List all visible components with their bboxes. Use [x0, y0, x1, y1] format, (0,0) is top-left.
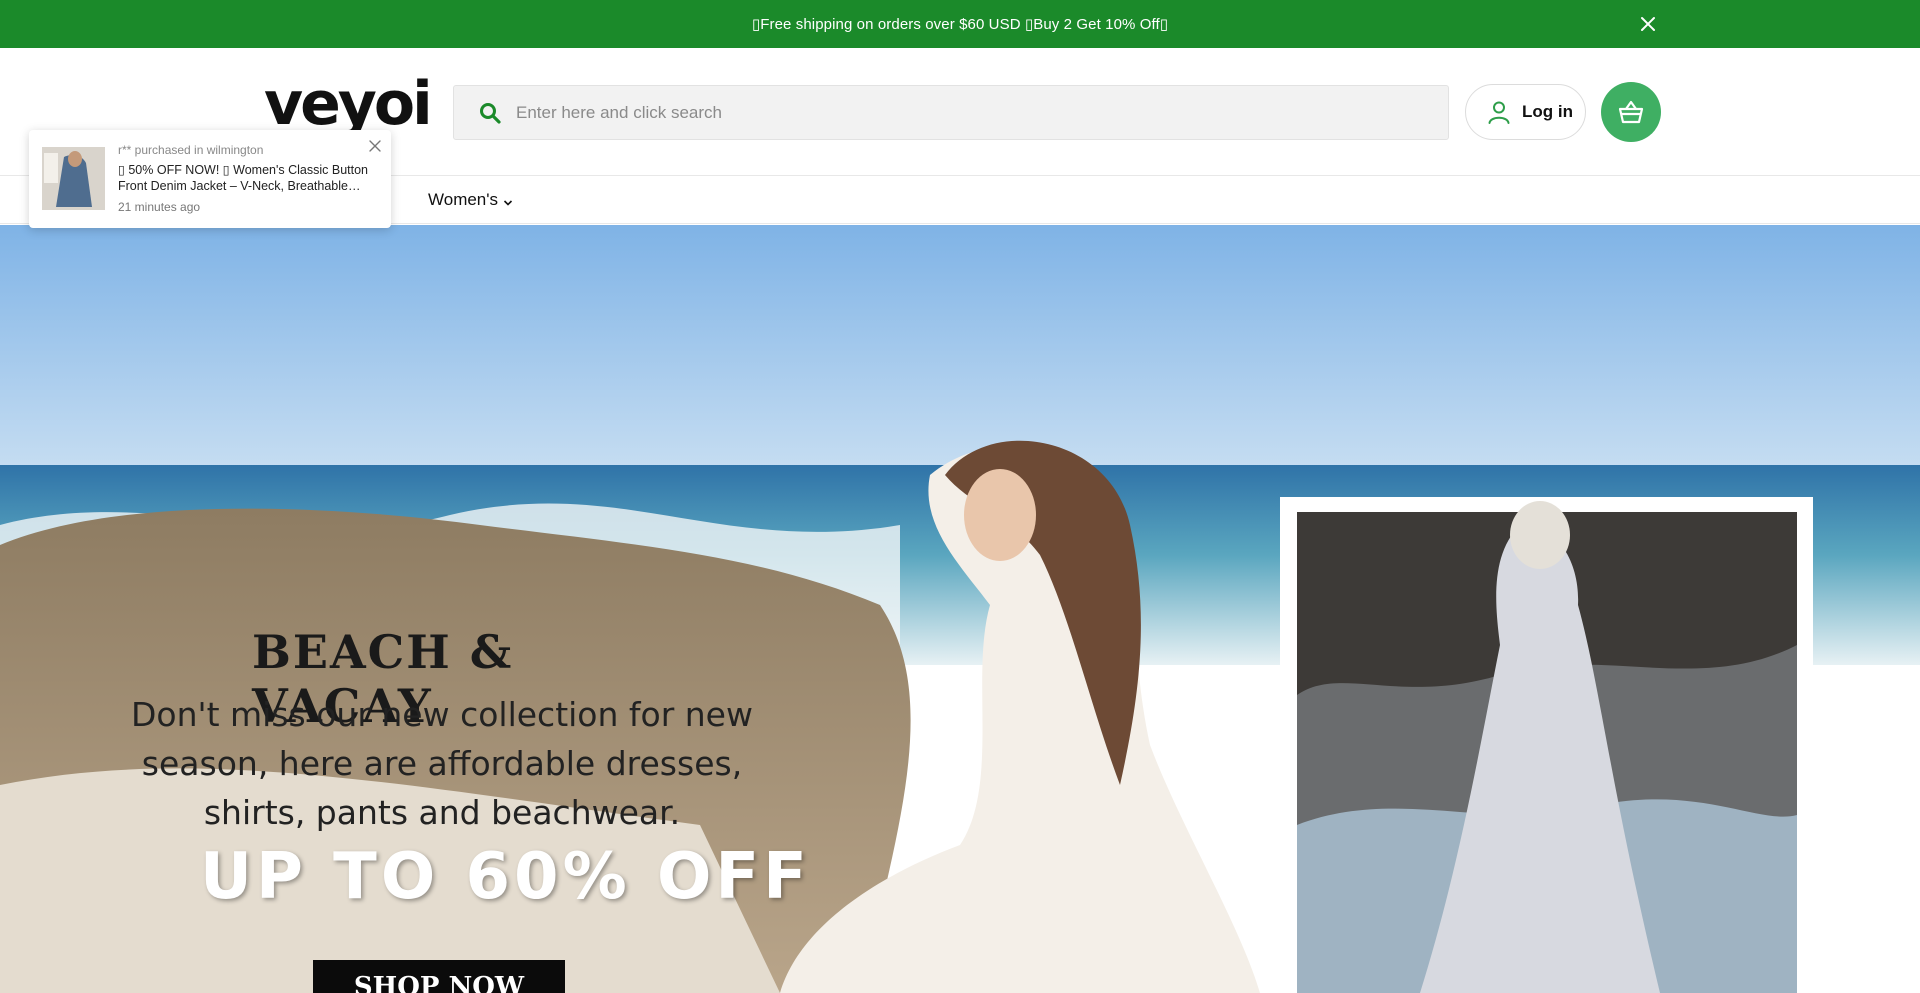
announcement-bar: ▯Free shipping on orders over $60 USD ▯B… [0, 0, 1920, 48]
hero-banner[interactable]: BEACH & VACAY Don't miss our new collect… [0, 225, 1920, 993]
close-icon[interactable] [367, 138, 383, 154]
hero-subtitle: Don't miss our new collection for new se… [131, 695, 753, 832]
popup-time: 21 minutes ago [118, 200, 201, 214]
search-bar [453, 85, 1449, 140]
login-button[interactable]: Log in [1465, 84, 1586, 140]
hero-offer: UP TO 60% OFF [200, 840, 811, 914]
purchase-notification[interactable]: r** purchased in wilmington ▯ 50% OFF NO… [29, 130, 391, 228]
product-thumbnail[interactable] [42, 147, 105, 210]
nav-item-label: Women's [428, 190, 499, 209]
shop-now-button[interactable]: SHOP NOW [313, 960, 565, 993]
logo[interactable]: veyoi [264, 66, 433, 136]
announcement-text: ▯Free shipping on orders over $60 USD ▯B… [751, 16, 1169, 33]
search-icon[interactable] [478, 101, 502, 125]
login-label: Log in [1522, 102, 1573, 121]
popup-product-name[interactable]: ▯ 50% OFF NOW! ▯ Women's Classic Button … [118, 162, 370, 194]
user-icon [1486, 99, 1512, 125]
close-icon[interactable] [1636, 12, 1660, 36]
chevron-down-icon [502, 194, 514, 206]
logo-text: veyoi [264, 69, 433, 139]
popup-meta: r** purchased in wilmington [118, 143, 264, 157]
cart-button[interactable] [1601, 82, 1661, 142]
search-input[interactable] [502, 86, 1448, 139]
cart-icon [1617, 98, 1645, 126]
nav-item-womens[interactable]: Women's [428, 176, 514, 224]
